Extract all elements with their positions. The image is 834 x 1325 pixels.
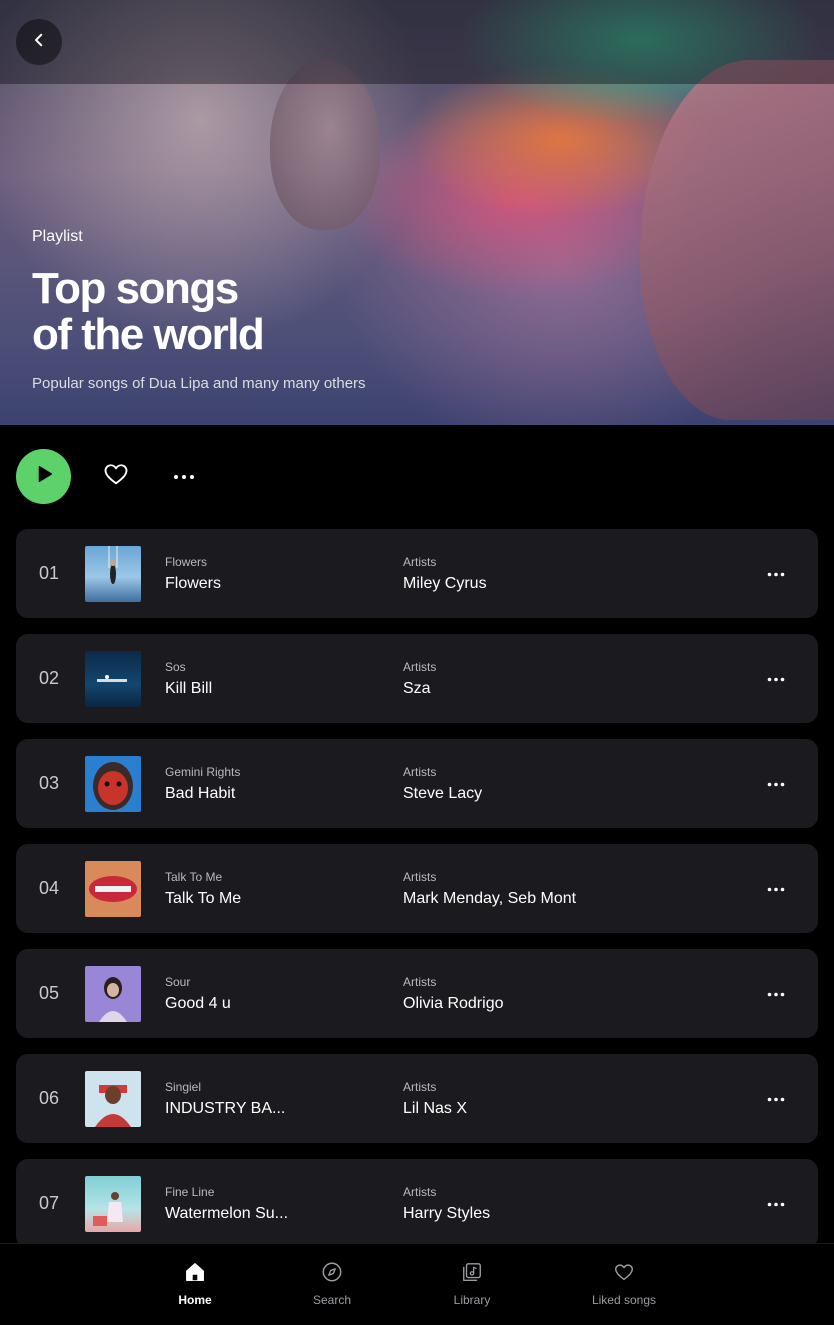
like-playlist-button[interactable] [102, 462, 130, 490]
artists-label: Artists [403, 555, 437, 569]
heart-icon [612, 1260, 636, 1284]
hero-image-ear [270, 60, 380, 230]
track-artists: Harry Styles [403, 1205, 491, 1222]
track-number: 07 [39, 1193, 60, 1213]
track-artists: Mark Menday, Seb Mont [403, 890, 577, 907]
nav-label-search: Search [312, 1293, 352, 1307]
track-title: INDUSTRY BA... [165, 1100, 286, 1117]
track-row[interactable]: 03 Gemini Rights Bad Habit Artists Steve… [16, 739, 818, 828]
more-horizontal-icon [767, 984, 785, 1002]
album-name: Talk To Me [165, 870, 223, 884]
artists-label: Artists [403, 975, 437, 989]
more-horizontal-icon [767, 1194, 785, 1212]
track-row[interactable]: 04 Talk To Me Talk To Me Artists Mark Me… [16, 844, 818, 933]
album-cover [85, 861, 141, 917]
hero-image-face [640, 60, 834, 420]
play-icon [33, 463, 55, 490]
artists-label: Artists [403, 1185, 437, 1199]
track-number: 06 [39, 1088, 60, 1108]
track-row[interactable]: 01 Flowers Flowers Artists Miley Cyrus [16, 529, 818, 618]
album-cover [85, 756, 141, 812]
track-row[interactable]: 06 Singiel INDUSTRY BA... Artists Lil Na… [16, 1054, 818, 1143]
track-more-button[interactable] [764, 666, 788, 690]
more-horizontal-icon [173, 467, 195, 485]
track-title: Good 4 u [165, 995, 231, 1012]
top-bar [0, 0, 834, 84]
playlist-title-line2: of the world [32, 310, 265, 359]
more-horizontal-icon [767, 1089, 785, 1107]
track-number: 02 [39, 668, 60, 688]
track-more-button[interactable] [764, 876, 788, 900]
back-button[interactable] [16, 19, 62, 65]
track-title: Flowers [165, 575, 222, 592]
home-icon [183, 1260, 207, 1284]
album-cover [85, 1071, 141, 1127]
chevron-left-icon [30, 31, 48, 54]
track-number: 03 [39, 773, 60, 793]
track-artists: Steve Lacy [403, 785, 483, 802]
playlist-screen: Playlist Top songs of the world Popular … [0, 0, 834, 1325]
track-more-button[interactable] [764, 561, 788, 585]
playlist-title: Top songs of the world [32, 266, 452, 358]
album-name: Singiel [165, 1080, 202, 1094]
track-number: 04 [39, 878, 60, 898]
nav-label-library: Library [453, 1293, 491, 1307]
more-horizontal-icon [767, 774, 785, 792]
track-row[interactable]: 02 Sos Kill Bill Artists Sza [16, 634, 818, 723]
more-horizontal-icon [767, 564, 785, 582]
playlist-hero: Playlist Top songs of the world Popular … [0, 0, 834, 425]
track-more-button[interactable] [764, 771, 788, 795]
artists-label: Artists [403, 870, 437, 884]
track-artists: Olivia Rodrigo [403, 995, 504, 1012]
nav-item-home[interactable]: Home [140, 1260, 250, 1316]
nav-item-liked-songs[interactable]: Liked songs [569, 1260, 679, 1316]
track-more-button[interactable] [764, 981, 788, 1005]
album-cover [85, 546, 141, 602]
track-number: 05 [39, 983, 60, 1003]
playlist-description: Popular songs of Dua Lipa and many many … [32, 375, 366, 392]
more-horizontal-icon [767, 879, 785, 897]
album-cover [85, 1176, 141, 1232]
track-more-button[interactable] [764, 1086, 788, 1110]
bottom-navigation: Home Search Library Liked songs [0, 1243, 834, 1325]
artists-label: Artists [403, 765, 437, 779]
album-cover [85, 966, 141, 1022]
nav-item-search[interactable]: Search [277, 1260, 387, 1316]
track-title: Bad Habit [165, 785, 236, 802]
playlist-more-button[interactable] [170, 462, 198, 490]
artists-label: Artists [403, 660, 437, 674]
nav-label-liked-songs: Liked songs [591, 1293, 657, 1307]
track-list: 01 Flowers Flowers Artists Miley Cyrus 0… [16, 529, 818, 1264]
track-artists: Lil Nas X [403, 1100, 468, 1117]
track-more-button[interactable] [764, 1191, 788, 1215]
album-name: Sos [165, 660, 186, 674]
compass-icon [320, 1260, 344, 1284]
library-icon [460, 1260, 484, 1284]
playlist-title-line1: Top songs [32, 264, 239, 313]
play-button[interactable] [16, 449, 71, 504]
playlist-type-label: Playlist [32, 228, 83, 245]
track-row[interactable]: 07 Fine Line Watermelon Su... Artists Ha… [16, 1159, 818, 1248]
album-name: Sour [165, 975, 191, 989]
more-horizontal-icon [767, 669, 785, 687]
album-name: Gemini Rights [165, 765, 241, 779]
track-artists: Sza [403, 680, 431, 697]
album-cover [85, 651, 141, 707]
track-title: Watermelon Su... [165, 1205, 289, 1222]
album-name: Flowers [165, 555, 208, 569]
nav-label-home: Home [178, 1293, 212, 1307]
track-title: Kill Bill [165, 680, 213, 697]
track-number: 01 [39, 563, 60, 583]
track-row[interactable]: 05 Sour Good 4 u Artists Olivia Rodrigo [16, 949, 818, 1038]
nav-item-library[interactable]: Library [417, 1260, 527, 1316]
heart-outline-icon [102, 460, 130, 493]
artists-label: Artists [403, 1080, 437, 1094]
track-artists: Miley Cyrus [403, 575, 487, 592]
track-title: Talk To Me [165, 890, 242, 907]
album-name: Fine Line [165, 1185, 215, 1199]
